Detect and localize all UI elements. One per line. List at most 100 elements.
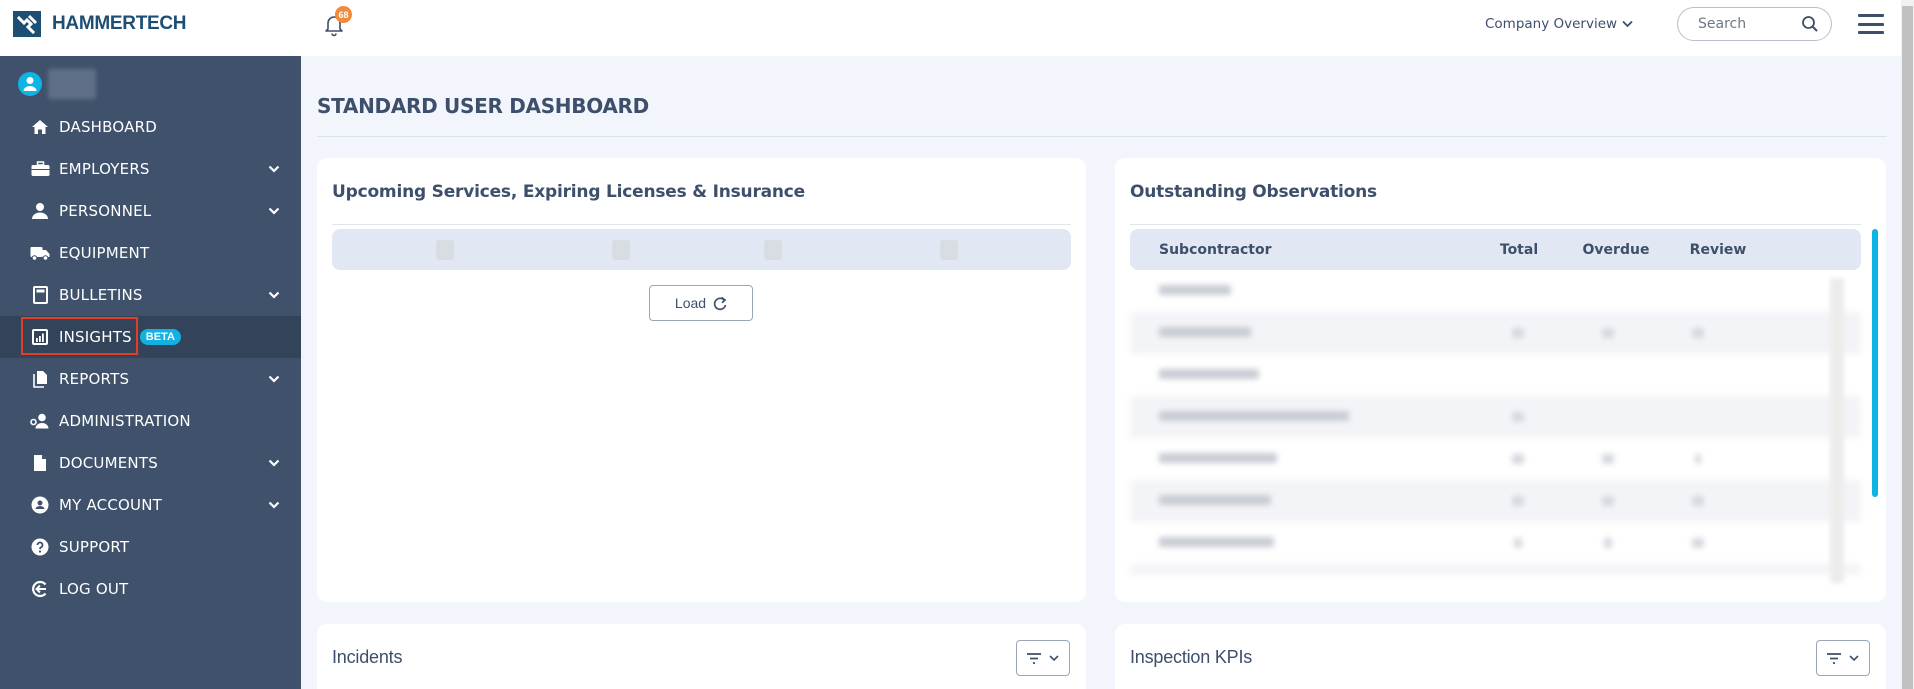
sidebar-item-label: MY ACCOUNT: [59, 496, 162, 514]
home-icon: [30, 117, 50, 137]
page-title: STANDARD USER DASHBOARD: [317, 94, 649, 118]
chevron-down-icon: [1049, 654, 1059, 661]
document-icon: [30, 453, 50, 473]
sidebar-item-label: EMPLOYERS: [59, 160, 150, 178]
user-avatar-icon: [18, 72, 42, 96]
sidebar-item-label: DASHBOARD: [59, 118, 157, 136]
logout-icon: [30, 579, 50, 599]
load-button-label: Load: [674, 295, 707, 311]
table-row: [1130, 312, 1861, 354]
sidebar-nav: DASHBOARD EMPLOYERS PERSONNEL EQUIPMENT …: [0, 106, 301, 610]
main-content: STANDARD USER DASHBOARD Upcoming Service…: [301, 56, 1901, 689]
card-title: Outstanding Observations: [1130, 182, 1377, 202]
search-icon[interactable]: [1801, 15, 1819, 33]
skeleton-block: [612, 240, 630, 260]
sidebar-item-reports[interactable]: REPORTS: [0, 358, 301, 400]
table-row: [1130, 396, 1861, 438]
incidents-filter-button[interactable]: [1016, 640, 1070, 676]
sidebar-item-label: INSIGHTS: [59, 328, 132, 346]
table-body-redacted: [1130, 270, 1861, 575]
sidebar-item-documents[interactable]: DOCUMENTS: [0, 442, 301, 484]
chevron-down-icon[interactable]: [267, 162, 281, 176]
sidebar-item-label: BULLETINS: [59, 286, 143, 304]
account-icon: [30, 495, 50, 515]
search-box: [1677, 7, 1832, 41]
sidebar-item-label: REPORTS: [59, 370, 130, 388]
incidents-card: Incidents: [317, 624, 1086, 689]
divider: [332, 224, 1071, 225]
sidebar-item-log-out[interactable]: LOG OUT: [0, 568, 301, 610]
table-row: [1130, 480, 1861, 522]
chevron-down-icon[interactable]: [267, 288, 281, 302]
sidebar-item-equipment[interactable]: EQUIPMENT: [0, 232, 301, 274]
page-scrollbar[interactable]: [1901, 0, 1914, 689]
person-icon: [30, 201, 50, 221]
sidebar-item-label: LOG OUT: [59, 580, 129, 598]
column-header-total[interactable]: Total: [1473, 242, 1565, 258]
sidebar-item-label: PERSONNEL: [59, 202, 152, 220]
column-header-overdue[interactable]: Overdue: [1565, 242, 1667, 258]
inspection-kpis-card: Inspection KPIs: [1115, 624, 1886, 689]
sidebar-item-dashboard[interactable]: DASHBOARD: [0, 106, 301, 148]
observations-scrollbar[interactable]: [1872, 229, 1878, 589]
chevron-down-icon: [1622, 20, 1633, 28]
briefcase-icon: [30, 159, 50, 179]
column-header-subcontractor[interactable]: Subcontractor: [1130, 242, 1473, 258]
card-title: Upcoming Services, Expiring Licenses & I…: [332, 182, 806, 202]
sidebar-item-my-account[interactable]: MY ACCOUNT: [0, 484, 301, 526]
table-row: [1130, 522, 1861, 564]
chevron-down-icon[interactable]: [267, 456, 281, 470]
sidebar: DASHBOARD EMPLOYERS PERSONNEL EQUIPMENT …: [0, 56, 301, 689]
search-input[interactable]: [1698, 16, 1798, 32]
question-icon: [30, 537, 50, 557]
sidebar-item-label: EQUIPMENT: [59, 244, 150, 262]
page-scrollbar-thumb[interactable]: [1902, 6, 1913, 689]
truck-icon: [30, 243, 50, 263]
upcoming-services-card: Upcoming Services, Expiring Licenses & I…: [317, 158, 1086, 602]
skeleton-block: [436, 240, 454, 260]
skeleton-block: [940, 240, 958, 260]
chevron-down-icon: [1849, 654, 1859, 661]
divider: [317, 136, 1887, 137]
column-header-review[interactable]: Review: [1667, 242, 1769, 258]
sidebar-item-insights[interactable]: INSIGHTS BETA: [0, 316, 301, 358]
table-scrollbar-redacted: [1830, 278, 1844, 583]
inspection-kpis-filter-button[interactable]: [1816, 640, 1870, 676]
sidebar-item-administration[interactable]: ADMINISTRATION: [0, 400, 301, 442]
reports-icon: [30, 369, 50, 389]
refresh-icon: [713, 296, 727, 310]
scrollbar-thumb[interactable]: [1872, 229, 1878, 497]
load-button[interactable]: Load: [649, 285, 753, 321]
top-bar: HAMMERTECH 68 Company Overview: [0, 0, 1901, 56]
table-row: [1130, 354, 1861, 396]
outstanding-observations-card: Outstanding Observations Subcontractor T…: [1115, 158, 1886, 602]
chevron-down-icon[interactable]: [267, 498, 281, 512]
sidebar-item-label: DOCUMENTS: [59, 454, 158, 472]
brand-name: HAMMERTECH: [52, 13, 187, 34]
observations-table: Subcontractor Total Overdue Review: [1130, 229, 1861, 575]
admin-icon: [30, 411, 50, 431]
loading-skeleton: [332, 229, 1071, 270]
sidebar-item-label: ADMINISTRATION: [59, 412, 191, 430]
menu-hamburger-icon[interactable]: [1858, 14, 1884, 34]
table-header: Subcontractor Total Overdue Review: [1130, 229, 1861, 270]
sidebar-item-employers[interactable]: EMPLOYERS: [0, 148, 301, 190]
divider: [1130, 224, 1861, 225]
user-profile[interactable]: [18, 69, 96, 99]
chevron-down-icon[interactable]: [267, 372, 281, 386]
company-selector[interactable]: Company Overview: [1485, 16, 1633, 32]
table-row: [1130, 564, 1861, 575]
logo[interactable]: HAMMERTECH: [13, 11, 187, 37]
chart-icon: [30, 327, 50, 347]
chevron-down-icon[interactable]: [267, 204, 281, 218]
sidebar-item-label: SUPPORT: [59, 538, 130, 556]
hammertech-logo-icon: [13, 11, 41, 37]
company-selector-label: Company Overview: [1485, 16, 1618, 32]
sidebar-item-bulletins[interactable]: BULLETINS: [0, 274, 301, 316]
sidebar-item-support[interactable]: SUPPORT: [0, 526, 301, 568]
user-name-redacted: [48, 69, 96, 99]
beta-badge: BETA: [139, 329, 181, 345]
table-row: [1130, 438, 1861, 480]
notification-count-badge: 68: [335, 6, 352, 23]
sidebar-item-personnel[interactable]: PERSONNEL: [0, 190, 301, 232]
